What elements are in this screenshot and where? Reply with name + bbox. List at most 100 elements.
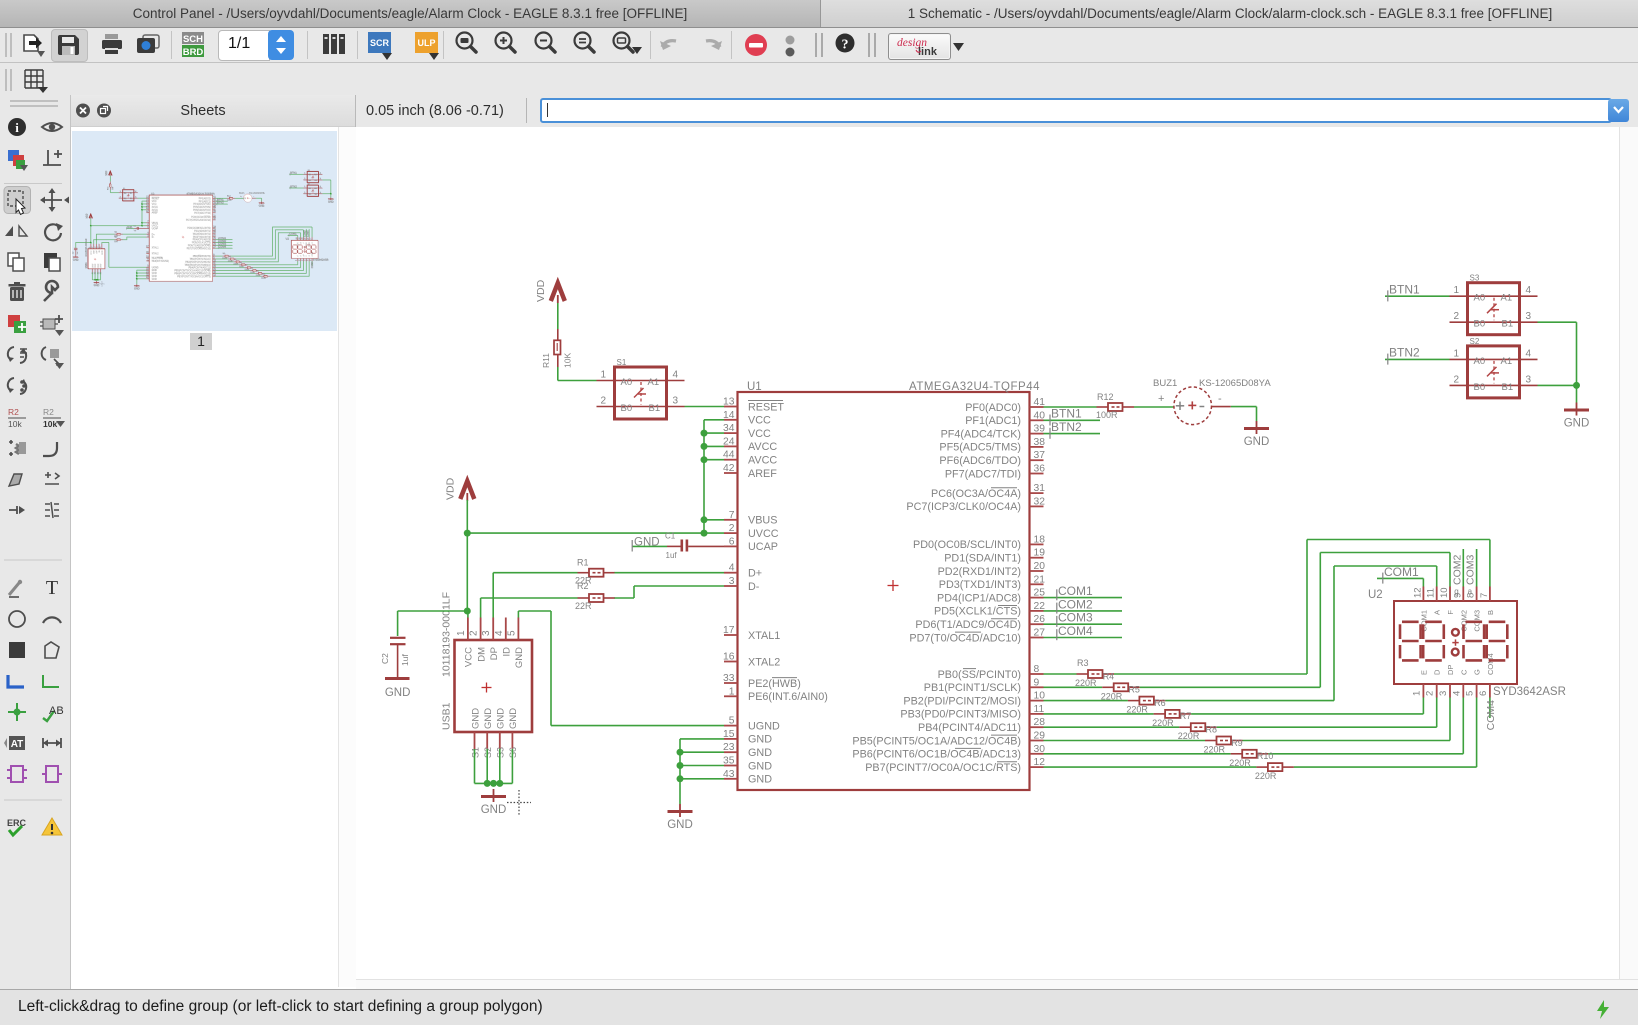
- svg-text:37: 37: [1034, 450, 1046, 461]
- svg-text:38: 38: [1034, 437, 1046, 448]
- svg-text:PF4(ADC4/TCK): PF4(ADC4/TCK): [941, 428, 1021, 440]
- svg-text:24: 24: [723, 436, 735, 447]
- svg-text:31: 31: [1034, 483, 1046, 494]
- svg-text:28: 28: [1034, 717, 1046, 728]
- svg-text:PF0(ADC0): PF0(ADC0): [965, 402, 1021, 414]
- svg-text:1uf: 1uf: [666, 551, 678, 560]
- svg-text:33: 33: [723, 673, 735, 684]
- svg-text:5: 5: [506, 630, 517, 636]
- svg-text:ID: ID: [502, 647, 513, 657]
- svg-text:A0: A0: [1474, 356, 1486, 367]
- svg-text:COM2: COM2: [1451, 555, 1463, 585]
- svg-text:PD3(TXD1/INT3): PD3(TXD1/INT3): [939, 579, 1021, 591]
- svg-text:B0: B0: [1474, 319, 1486, 330]
- svg-text:2: 2: [1454, 374, 1460, 385]
- svg-text:XTAL1: XTAL1: [748, 630, 780, 642]
- svg-text:AVCC: AVCC: [748, 455, 777, 467]
- svg-text:A1: A1: [1501, 293, 1513, 304]
- svg-text:4: 4: [1526, 348, 1532, 359]
- svg-text:1uf: 1uf: [400, 654, 410, 666]
- svg-text:GND: GND: [496, 708, 507, 729]
- svg-text:R9: R9: [1231, 738, 1243, 748]
- svg-text:USB1: USB1: [441, 702, 453, 730]
- svg-text:PE6(INT.6/AIN0): PE6(INT.6/AIN0): [748, 691, 828, 703]
- svg-text:29: 29: [1034, 731, 1046, 742]
- svg-text:4: 4: [1526, 285, 1532, 296]
- svg-text:39: 39: [1034, 424, 1046, 435]
- svg-text:GND: GND: [748, 760, 772, 772]
- svg-text:3: 3: [1438, 691, 1449, 696]
- svg-text:U1: U1: [747, 381, 762, 393]
- svg-text:10: 10: [1034, 691, 1046, 702]
- svg-text:B1: B1: [1502, 319, 1514, 330]
- svg-text:VDD: VDD: [444, 477, 456, 500]
- svg-text:COM2: COM2: [1058, 597, 1093, 611]
- svg-text:43: 43: [723, 769, 735, 780]
- svg-text:PD2(RXD1/INT2): PD2(RXD1/INT2): [938, 566, 1021, 578]
- svg-text:2: 2: [1425, 691, 1436, 696]
- svg-text:R5: R5: [1128, 685, 1140, 695]
- svg-text:C1: C1: [665, 532, 676, 541]
- svg-text:GND: GND: [748, 747, 772, 759]
- svg-text:R4: R4: [1103, 671, 1115, 681]
- svg-text:R12: R12: [1097, 392, 1114, 402]
- svg-text:19: 19: [1034, 548, 1046, 559]
- svg-text:15: 15: [723, 729, 735, 740]
- svg-text:42: 42: [723, 463, 735, 474]
- svg-text:D-: D-: [748, 581, 760, 593]
- svg-text:COM3: COM3: [1465, 555, 1477, 585]
- svg-text:PB3(PD0/PCINT3/MISO): PB3(PD0/PCINT3/MISO): [900, 709, 1021, 721]
- svg-text:DP: DP: [489, 647, 500, 660]
- svg-text:2: 2: [469, 630, 480, 636]
- svg-text:2: 2: [1454, 311, 1460, 322]
- svg-text:PB4(PCINT4/ADC11): PB4(PCINT4/ADC11): [918, 722, 1021, 734]
- svg-text:A1: A1: [648, 377, 660, 388]
- svg-text:C: C: [1459, 669, 1468, 675]
- svg-text:UGND: UGND: [748, 720, 780, 732]
- svg-text:17: 17: [723, 625, 735, 636]
- svg-text:PB5(PCINT5/OC1A/ADC12/OC4B): PB5(PCINT5/OC1A/ADC12/OC4B): [852, 735, 1021, 747]
- svg-text:PE2(HWB): PE2(HWB): [748, 678, 801, 690]
- svg-text:PD7(T0/OC4D/ADC10): PD7(T0/OC4D/ADC10): [909, 632, 1021, 644]
- svg-text:UVCC: UVCC: [748, 528, 779, 540]
- svg-text:GND: GND: [748, 734, 772, 746]
- svg-text:VBUS: VBUS: [748, 515, 777, 527]
- svg-text:7: 7: [729, 510, 735, 521]
- svg-text:A0: A0: [621, 377, 633, 388]
- svg-text:F: F: [1446, 610, 1455, 615]
- svg-text:BTN1: BTN1: [1389, 282, 1420, 296]
- svg-text:AVCC: AVCC: [748, 441, 777, 453]
- svg-text:XTAL2: XTAL2: [748, 656, 780, 668]
- svg-text:6: 6: [1478, 691, 1489, 696]
- svg-text:+: +: [1158, 393, 1164, 405]
- svg-text:6: 6: [729, 536, 735, 547]
- svg-text:9: 9: [1034, 677, 1040, 688]
- svg-text:12: 12: [1034, 757, 1046, 768]
- svg-text:A0: A0: [1474, 293, 1486, 304]
- svg-text:PB1(PCINT1/SCLK): PB1(PCINT1/SCLK): [924, 682, 1021, 694]
- svg-text:KS-12065D08YA: KS-12065D08YA: [1199, 378, 1271, 389]
- svg-text:VCC: VCC: [748, 428, 771, 440]
- svg-text:D: D: [1433, 669, 1442, 675]
- svg-text:25: 25: [1034, 588, 1046, 599]
- svg-text:COM1: COM1: [1384, 565, 1419, 579]
- svg-text:S3: S3: [496, 747, 506, 758]
- svg-text:3: 3: [1526, 374, 1532, 385]
- svg-text:R3: R3: [1077, 658, 1089, 668]
- svg-text:COM4: COM4: [1058, 624, 1093, 638]
- svg-text:GND: GND: [483, 708, 494, 729]
- svg-text:23: 23: [723, 742, 735, 753]
- svg-text:PD4(ICP1/ADC8): PD4(ICP1/ADC8): [937, 592, 1021, 604]
- svg-text:18: 18: [1034, 534, 1046, 545]
- svg-text:1: 1: [1454, 348, 1460, 359]
- svg-text:UCAP: UCAP: [748, 541, 778, 553]
- svg-text:27: 27: [1034, 628, 1046, 639]
- svg-text:GND: GND: [748, 774, 772, 786]
- svg-text:8: 8: [1034, 664, 1040, 675]
- svg-text:a: a: [1468, 587, 1473, 596]
- svg-text:1: 1: [729, 686, 735, 697]
- svg-text:VDD: VDD: [535, 279, 547, 302]
- svg-text:PF5(ADC5/TMS): PF5(ADC5/TMS): [939, 442, 1021, 454]
- svg-text:VCC: VCC: [748, 415, 771, 427]
- svg-text:B0: B0: [1474, 382, 1486, 393]
